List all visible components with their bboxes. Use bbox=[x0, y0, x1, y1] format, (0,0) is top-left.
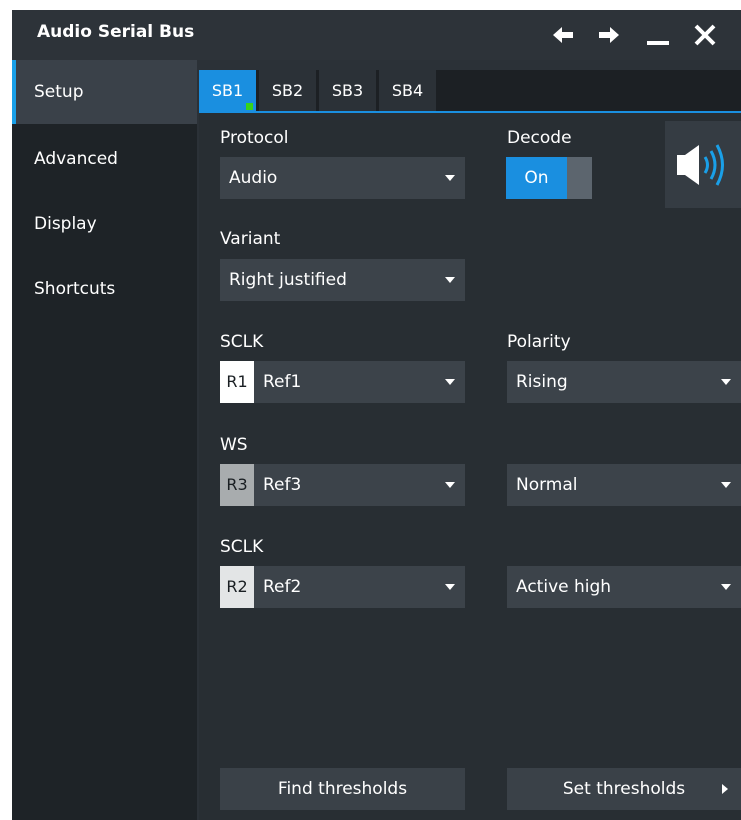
arrow-right-icon[interactable] bbox=[596, 23, 622, 47]
sclk2-option-dropdown[interactable]: Active high bbox=[507, 566, 741, 608]
tab-sb1[interactable]: SB1 bbox=[199, 70, 256, 111]
chevron-down-icon bbox=[445, 482, 455, 488]
tab-sb2[interactable]: SB2 bbox=[259, 70, 316, 111]
sclk-label: SCLK bbox=[220, 332, 264, 352]
ws-polarity-dropdown[interactable]: Normal bbox=[507, 464, 741, 506]
ref-badge: R1 bbox=[220, 361, 254, 403]
chevron-down-icon bbox=[445, 584, 455, 590]
sidebar-item-label: Setup bbox=[34, 82, 84, 102]
sidebar-item-setup[interactable]: Setup bbox=[12, 60, 197, 124]
sclk2-source-value: Ref2 bbox=[263, 577, 302, 597]
sclk2-label: SCLK bbox=[220, 537, 264, 557]
find-thresholds-label: Find thresholds bbox=[277, 779, 408, 799]
protocol-dropdown[interactable]: Audio bbox=[220, 157, 465, 199]
dialog-title: Audio Serial Bus bbox=[37, 22, 195, 42]
sidebar-item-label: Shortcuts bbox=[34, 279, 116, 299]
tab-label: SB1 bbox=[211, 81, 244, 100]
title-bar: Audio Serial Bus bbox=[12, 10, 741, 60]
chevron-down-icon bbox=[445, 379, 455, 385]
ref-badge: R2 bbox=[220, 566, 254, 608]
decode-state: On bbox=[506, 157, 567, 199]
tab-sb3[interactable]: SB3 bbox=[319, 70, 376, 111]
tab-sb4[interactable]: SB4 bbox=[379, 70, 436, 111]
chevron-down-icon bbox=[721, 584, 731, 590]
ws-polarity-value: Normal bbox=[516, 475, 578, 495]
sidebar-item-advanced[interactable]: Advanced bbox=[12, 127, 197, 191]
sidebar-item-label: Advanced bbox=[34, 149, 118, 169]
polarity-label: Polarity bbox=[507, 332, 571, 352]
sclk-source-value: Ref1 bbox=[263, 372, 302, 392]
toggle-knob bbox=[567, 157, 592, 199]
sclk2-source-dropdown[interactable]: R2 Ref2 bbox=[220, 566, 465, 608]
set-thresholds-button[interactable]: Set thresholds bbox=[507, 768, 741, 810]
ref-badge: R3 bbox=[220, 464, 254, 506]
audio-serial-bus-dialog: Audio Serial Bus Setup Advanced Display … bbox=[12, 10, 741, 820]
sclk2-option-value: Active high bbox=[516, 577, 612, 597]
polarity-dropdown[interactable]: Rising bbox=[507, 361, 741, 403]
protocol-value: Audio bbox=[229, 168, 278, 188]
setup-panel: SB1 SB2 SB3 SB4 Protocol Audio Decode On bbox=[199, 60, 741, 820]
speaker-icon[interactable] bbox=[665, 121, 741, 208]
chevron-down-icon bbox=[721, 379, 731, 385]
variant-value: Right justified bbox=[229, 270, 347, 290]
arrow-left-icon[interactable] bbox=[550, 23, 576, 47]
settings-area: Protocol Audio Decode On Variant Right j… bbox=[199, 113, 741, 820]
chevron-down-icon bbox=[721, 482, 731, 488]
chevron-right-icon bbox=[722, 784, 728, 794]
tab-label: SB4 bbox=[391, 81, 424, 100]
tab-bar: SB1 SB2 SB3 SB4 bbox=[199, 70, 741, 111]
variant-label: Variant bbox=[220, 229, 281, 249]
polarity-value: Rising bbox=[516, 372, 568, 392]
active-indicator bbox=[246, 103, 253, 110]
sidebar-item-display[interactable]: Display bbox=[12, 192, 197, 256]
find-thresholds-button[interactable]: Find thresholds bbox=[220, 768, 465, 810]
ws-source-dropdown[interactable]: R3 Ref3 bbox=[220, 464, 465, 506]
ws-source-value: Ref3 bbox=[263, 475, 302, 495]
sidebar-item-label: Display bbox=[34, 214, 97, 234]
decode-toggle[interactable]: On bbox=[506, 157, 592, 199]
protocol-label: Protocol bbox=[220, 128, 289, 148]
chevron-down-icon bbox=[445, 175, 455, 181]
set-thresholds-label: Set thresholds bbox=[562, 779, 686, 799]
tab-label: SB3 bbox=[331, 81, 364, 100]
decode-label: Decode bbox=[507, 128, 572, 148]
sidebar-item-shortcuts[interactable]: Shortcuts bbox=[12, 257, 197, 321]
sclk-source-dropdown[interactable]: R1 Ref1 bbox=[220, 361, 465, 403]
minimize-icon[interactable] bbox=[645, 23, 671, 47]
variant-dropdown[interactable]: Right justified bbox=[220, 259, 465, 301]
ws-label: WS bbox=[220, 435, 248, 455]
close-icon[interactable] bbox=[692, 23, 718, 47]
sidebar: Setup Advanced Display Shortcuts bbox=[12, 60, 197, 820]
tab-label: SB2 bbox=[271, 81, 304, 100]
chevron-down-icon bbox=[445, 277, 455, 283]
